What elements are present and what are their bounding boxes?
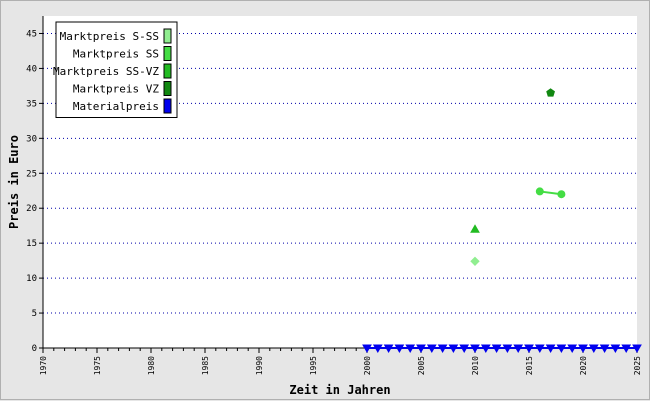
- y-axis-title: Preis in Euro: [7, 135, 21, 229]
- legend-label: Materialpreis: [73, 100, 159, 113]
- legend-swatch: [163, 28, 172, 44]
- legend: Marktpreis S-SS Marktpreis SS Marktpreis S…: [53, 21, 178, 118]
- legend-swatch: [163, 98, 172, 114]
- y-tick-label: 35: [26, 99, 37, 109]
- x-tick-label: 1975: [93, 356, 102, 375]
- y-tick-label: 40: [26, 64, 37, 74]
- x-tick-label: 2025: [633, 356, 642, 375]
- x-tick-label: 2020: [579, 356, 588, 375]
- y-tick-label: 20: [26, 204, 37, 214]
- x-tick-label: 1995: [309, 356, 318, 375]
- data-point: [557, 190, 566, 199]
- y-tick-label: 0: [32, 344, 37, 354]
- y-tick-label: 10: [26, 274, 37, 284]
- x-tick-label: 2000: [363, 356, 372, 375]
- y-tick-label: 45: [26, 29, 37, 39]
- chart-frame: 0 5 10 15 20 25 30 35 40 45 1970 1975 1980 1985 1990 19…: [0, 0, 650, 400]
- x-tick-label: 1970: [39, 356, 48, 375]
- legend-label: Marktpreis SS: [73, 48, 159, 61]
- y-tick-label: 25: [26, 169, 37, 179]
- x-tick-label: 1990: [255, 356, 264, 375]
- y-tick-label: 5: [32, 309, 37, 319]
- legend-label: Marktpreis S-SS: [60, 30, 159, 43]
- x-tick-label: 2010: [471, 356, 480, 375]
- legend-label: Marktpreis VZ: [73, 83, 159, 96]
- x-tick-label: 2015: [525, 356, 534, 375]
- legend-label: Marktpreis SS-VZ: [53, 65, 159, 78]
- y-tick-label: 30: [26, 134, 37, 144]
- x-tick-label: 1980: [147, 356, 156, 375]
- x-tick-label: 2005: [417, 356, 426, 375]
- legend-swatch: [163, 63, 172, 79]
- legend-swatch: [163, 46, 172, 61]
- price-chart: 0510152025303540451970 1975 1980 1985 1990 19…: [7, 16, 642, 397]
- y-tick-label: 15: [26, 239, 37, 249]
- legend-swatch: [163, 81, 172, 96]
- x-axis-title: Zeit in Jahren: [289, 383, 390, 397]
- data-point: [535, 187, 544, 196]
- x-tick-label: 1985: [201, 356, 210, 375]
